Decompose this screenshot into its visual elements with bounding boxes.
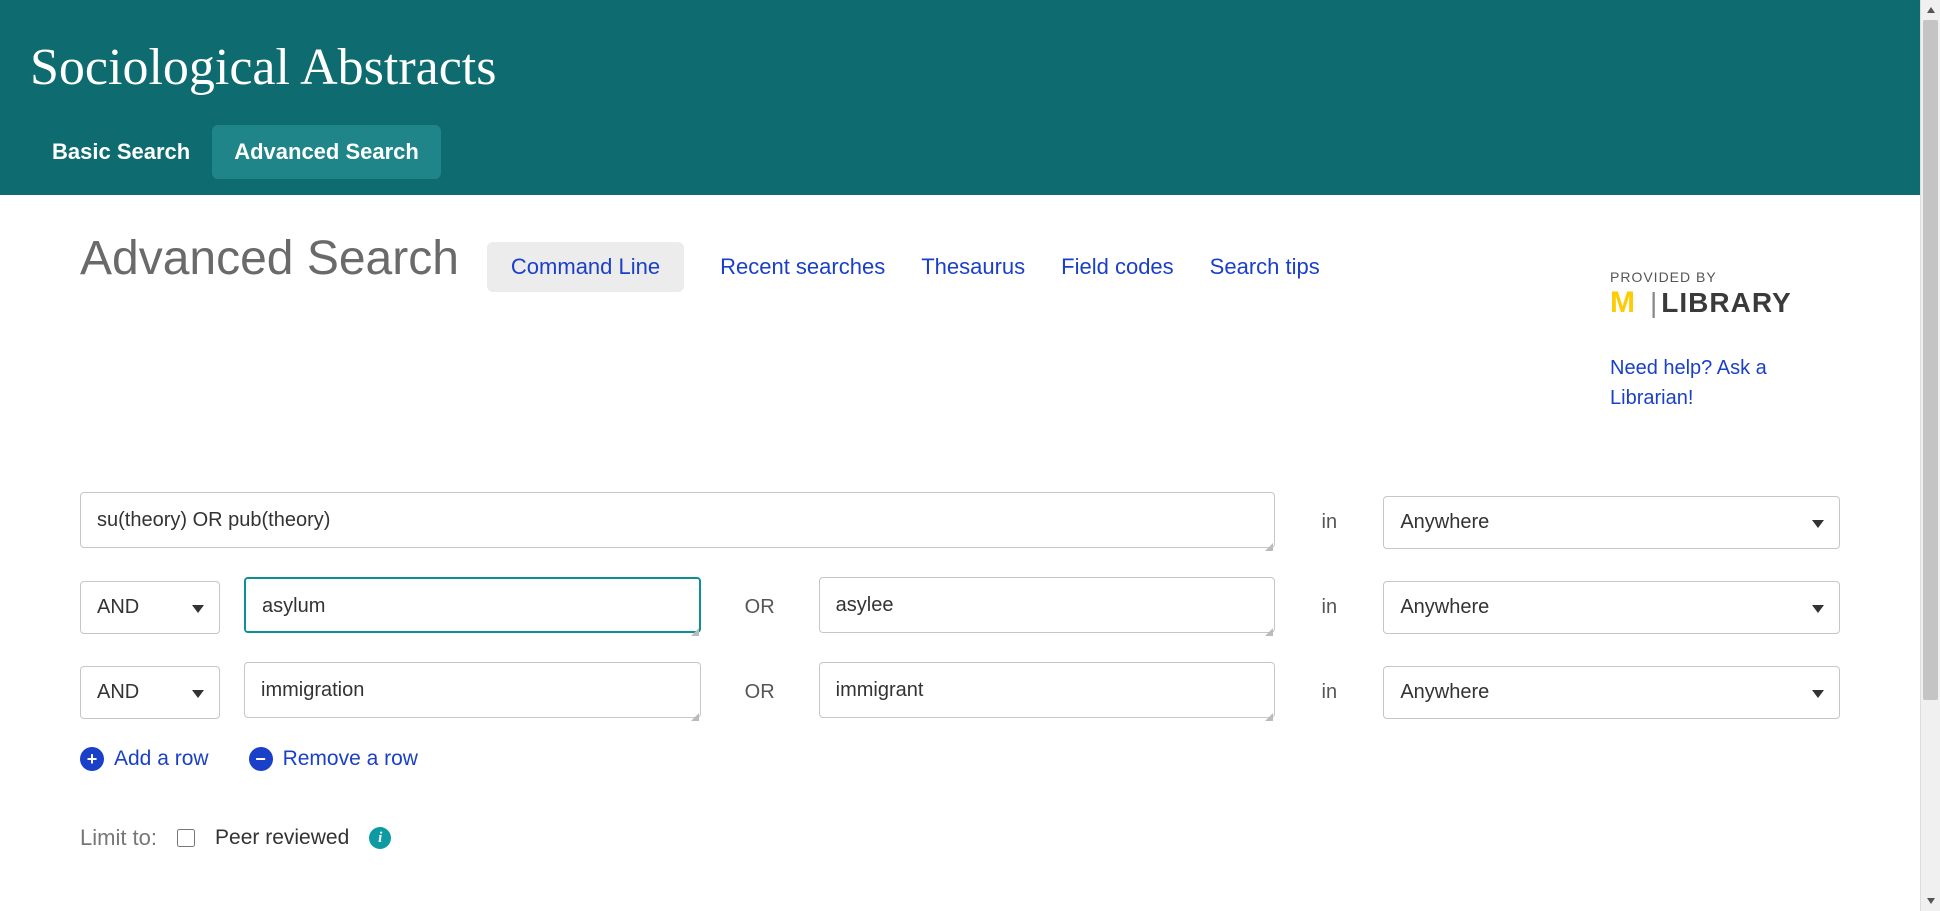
library-m-icon: M (1610, 290, 1646, 316)
operator-select[interactable]: AND (80, 581, 220, 634)
operator-select-wrap: AND (80, 581, 220, 634)
field-select-wrap: Anywhere (1383, 666, 1840, 719)
tab-advanced-search[interactable]: Advanced Search (212, 125, 441, 179)
chevron-down-icon (1926, 896, 1936, 906)
tab-basic-search[interactable]: Basic Search (30, 125, 212, 179)
search-term-wrap (244, 662, 701, 723)
search-term-input[interactable] (819, 577, 1276, 633)
search-term-input[interactable] (244, 577, 701, 633)
provided-by-label: PROVIDED BY (1610, 269, 1810, 285)
library-divider: | (1650, 287, 1657, 319)
add-row-label: Add a row (114, 747, 209, 771)
or-label: OR (725, 681, 795, 704)
field-select-wrap: Anywhere (1383, 496, 1840, 549)
scroll-thumb[interactable] (1923, 20, 1938, 700)
search-term-input[interactable] (244, 662, 701, 718)
search-row: AND OR in Anywhere (80, 577, 1840, 638)
toolbar-links: Command Line Recent searches Thesaurus F… (487, 242, 1320, 292)
peer-reviewed-checkbox[interactable] (177, 829, 195, 847)
info-icon[interactable] (369, 827, 391, 849)
field-select-wrap: Anywhere (1383, 581, 1840, 634)
limit-to-row: Limit to: Peer reviewed (80, 825, 1840, 851)
viewport: Sociological Abstracts Basic Search Adva… (0, 0, 1940, 911)
link-search-tips[interactable]: Search tips (1210, 254, 1320, 280)
page-head-row: Advanced Search Command Line Recent sear… (80, 231, 1840, 292)
scroll-track[interactable] (1921, 20, 1940, 891)
remove-row-label: Remove a row (283, 747, 418, 771)
minus-circle-icon (249, 747, 273, 771)
chevron-up-icon (1926, 5, 1936, 15)
search-term-input[interactable] (80, 492, 1275, 548)
advanced-search-form: in Anywhere AND OR (80, 492, 1840, 851)
row-actions: Add a row Remove a row (80, 747, 1840, 771)
page-title: Advanced Search (80, 231, 459, 286)
library-logo[interactable]: M | LIBRARY (1610, 287, 1810, 319)
search-row: in Anywhere (80, 492, 1840, 553)
link-field-codes[interactable]: Field codes (1061, 254, 1174, 280)
library-text: LIBRARY (1661, 287, 1791, 319)
vertical-scrollbar[interactable] (1920, 0, 1940, 911)
remove-row-button[interactable]: Remove a row (249, 747, 418, 771)
operator-select-wrap: AND (80, 666, 220, 719)
database-header: Sociological Abstracts Basic Search Adva… (0, 0, 1920, 195)
search-term-wrap (819, 662, 1276, 723)
scroll-down-button[interactable] (1921, 891, 1940, 911)
link-recent-searches[interactable]: Recent searches (720, 254, 885, 280)
search-term-wrap (819, 577, 1276, 638)
provider-box: PROVIDED BY M | LIBRARY Need help? Ask a… (1610, 269, 1810, 413)
in-label: in (1299, 681, 1359, 704)
plus-circle-icon (80, 747, 104, 771)
field-select[interactable]: Anywhere (1383, 581, 1840, 634)
search-term-wrap (244, 577, 701, 638)
scroll-up-button[interactable] (1921, 0, 1940, 20)
peer-reviewed-label: Peer reviewed (215, 826, 349, 850)
add-row-button[interactable]: Add a row (80, 747, 209, 771)
search-term-input[interactable] (819, 662, 1276, 718)
main-content: Advanced Search Command Line Recent sear… (0, 195, 1920, 851)
need-help-link[interactable]: Need help? Ask a Librarian! (1610, 353, 1810, 413)
search-term-wrap (80, 492, 1275, 553)
limit-to-label: Limit to: (80, 825, 157, 851)
in-label: in (1299, 511, 1359, 534)
link-thesaurus[interactable]: Thesaurus (921, 254, 1025, 280)
page-content: Sociological Abstracts Basic Search Adva… (0, 0, 1920, 911)
or-label: OR (725, 596, 795, 619)
in-label: in (1299, 596, 1359, 619)
field-select[interactable]: Anywhere (1383, 496, 1840, 549)
command-line-button[interactable]: Command Line (487, 242, 684, 292)
operator-select[interactable]: AND (80, 666, 220, 719)
search-mode-tabs: Basic Search Advanced Search (0, 97, 1920, 179)
field-select[interactable]: Anywhere (1383, 666, 1840, 719)
search-row: AND OR in Anywhere (80, 662, 1840, 723)
database-title: Sociological Abstracts (0, 0, 1920, 97)
